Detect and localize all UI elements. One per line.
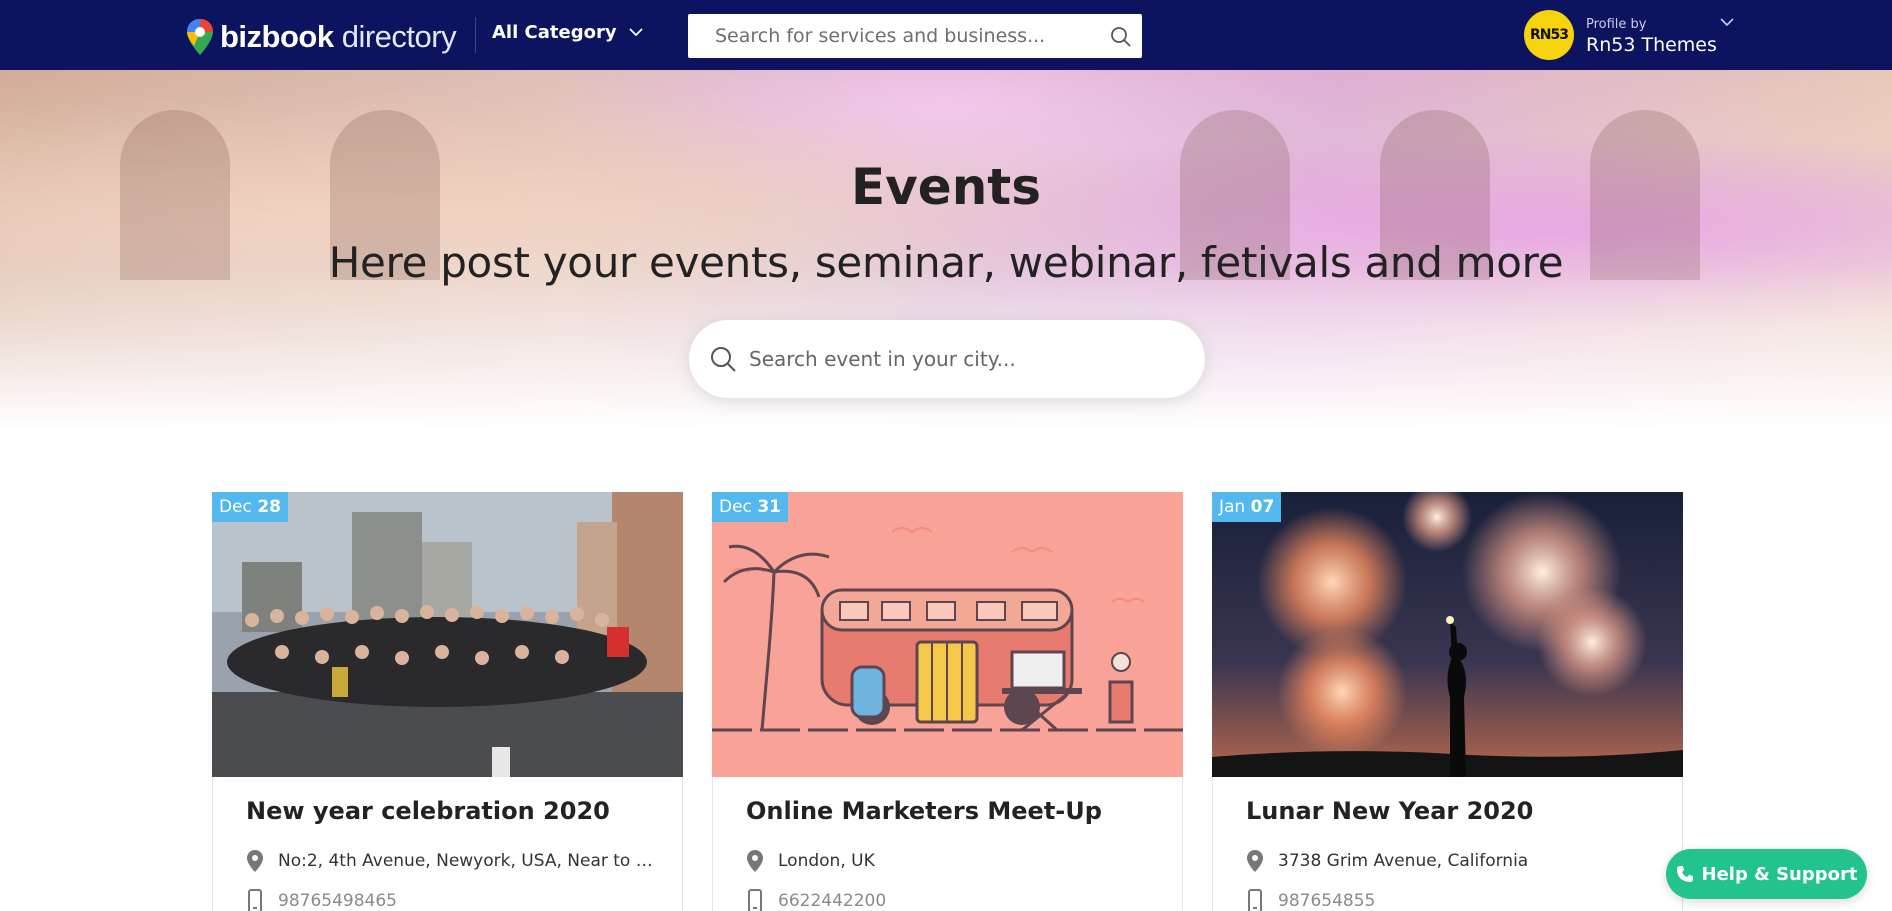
event-phone: 6622442200 [778,891,887,911]
event-address-row: No:2, 4th Avenue, Newyork, USA, Near to … [246,849,666,873]
event-title[interactable]: Lunar New Year 2020 [1246,797,1533,825]
event-phone-row: 6622442200 [746,889,1166,911]
page-title: Events [851,158,1041,216]
chevron-down-icon [628,28,643,37]
location-pin-icon [1247,850,1263,872]
page-subtitle: Here post your events, seminar, webinar,… [328,238,1564,287]
event-address: No:2, 4th Avenue, Newyork, USA, Near to … [278,851,663,871]
search-icon[interactable] [709,345,737,373]
logo-text: bizbook directory [220,19,457,54]
profile-caption: Profile by [1586,16,1647,32]
event-card[interactable]: Jan 07 Lunar New Year 2020 3738 Grim Ave… [1212,492,1683,911]
header-divider [475,17,476,53]
event-address: 3738 Grim Avenue, California [1278,851,1529,871]
event-card[interactable]: Dec 31 Online Marketers Meet-Up London, … [712,492,1183,911]
map-pin-logo-icon [187,19,213,55]
event-phone: 987654855 [1278,891,1376,911]
event-search-box [689,320,1205,398]
location-pin-icon [747,850,763,872]
avatar: RN53 [1524,10,1574,60]
chevron-down-icon [1720,18,1734,27]
event-image[interactable]: Dec 28 [212,492,683,777]
event-phone: 98765498465 [278,891,397,911]
event-image[interactable]: Dec 31 [712,492,1183,777]
event-phone-row: 987654855 [1246,889,1666,911]
profile-name: Rn53 Themes [1586,33,1717,56]
category-label: All Category [492,22,617,43]
top-navbar: bizbook directory All Category RN53 Prof… [0,0,1892,70]
mobile-phone-icon [1248,889,1262,911]
all-category-dropdown[interactable]: All Category [492,22,643,43]
phone-icon [1676,866,1693,882]
beach-van-illustration [712,492,1183,777]
header-search-box [688,14,1142,58]
hero-banner: Events Here post your events, seminar, w… [0,70,1892,430]
header-search-input[interactable] [688,14,1088,58]
logo[interactable]: bizbook directory [186,18,457,56]
event-card[interactable]: Dec 28 New year celebration 2020 No:2, 4… [212,492,683,911]
event-address: London, UK [778,851,875,871]
profile-menu[interactable]: RN53 Profile by Rn53 Themes [1524,10,1734,60]
help-support-label: Help & Support [1701,863,1858,885]
search-icon[interactable] [1110,26,1132,48]
event-title[interactable]: Online Marketers Meet-Up [746,797,1102,825]
event-image[interactable]: Jan 07 [1212,492,1683,777]
event-address-row: 3738 Grim Avenue, California [1246,849,1666,873]
group-photo-image [212,492,683,777]
event-date-badge[interactable]: Dec 28 [212,492,288,522]
mobile-phone-icon [748,889,762,911]
help-support-button[interactable]: Help & Support [1666,849,1867,899]
event-date-badge[interactable]: Dec 31 [712,492,788,522]
event-title[interactable]: New year celebration 2020 [246,797,610,825]
fireworks-photo-image [1212,492,1683,777]
event-address-row: London, UK [746,849,1166,873]
location-pin-icon [247,850,263,872]
mobile-phone-icon [248,889,262,911]
event-phone-row: 98765498465 [246,889,666,911]
event-search-input[interactable] [749,320,1189,398]
profile-text: Profile by Rn53 Themes [1586,15,1717,56]
event-date-badge[interactable]: Jan 07 [1212,492,1282,522]
